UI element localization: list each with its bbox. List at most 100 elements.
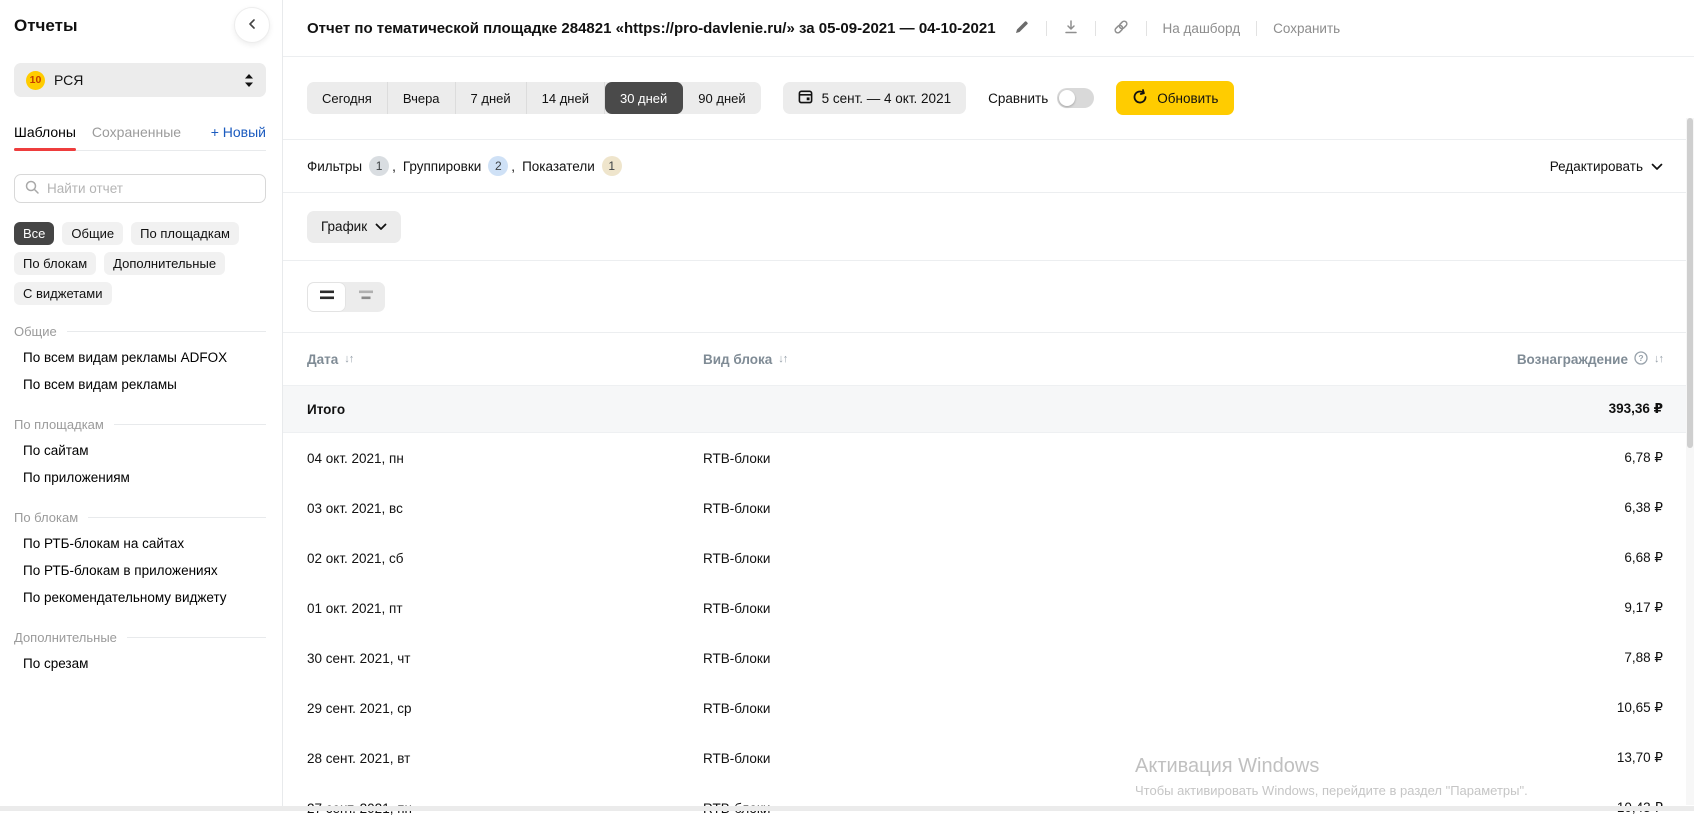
range-button[interactable]: Вчера <box>388 82 456 114</box>
chart-type-label: График <box>321 219 367 234</box>
column-header-block[interactable]: Вид блока <box>703 352 772 367</box>
cell-block-type: RTB-блоки <box>703 451 1624 466</box>
chevron-down-icon <box>375 219 387 234</box>
cell-reward: 7,88 ₽ <box>1624 650 1663 666</box>
sidebar-tabs: Шаблоны Сохраненные + Новый <box>14 124 266 151</box>
tab-templates[interactable]: Шаблоны <box>14 124 76 140</box>
filter-summary-label[interactable]: Фильтры <box>307 159 362 174</box>
column-header-reward[interactable]: Вознаграждение <box>1517 352 1628 367</box>
tab-saved[interactable]: Сохраненные <box>92 124 181 140</box>
filter-summary-label[interactable]: Группировки <box>403 159 481 174</box>
range-button[interactable]: 7 дней <box>456 82 527 114</box>
date-range-group: СегодняВчера7 дней14 дней30 дней90 дней <box>307 82 761 114</box>
report-template-link[interactable]: По сайтам <box>14 437 266 464</box>
search-icon <box>24 179 40 198</box>
sort-icon[interactable]: ↓↑ <box>1654 353 1663 365</box>
separator <box>1095 21 1096 36</box>
search-input[interactable] <box>47 181 256 196</box>
report-search <box>14 174 266 203</box>
comma: , <box>392 159 396 174</box>
tree-list-icon <box>359 289 373 304</box>
sidebar-sections: ОбщиеПо всем видам рекламы ADFOXПо всем … <box>14 324 266 677</box>
range-button[interactable]: 90 дней <box>683 82 760 114</box>
cell-reward: 10,65 ₽ <box>1617 700 1663 716</box>
table-header: Дата ↓↑ Вид блока ↓↑ Вознаграждение ? ↓↑ <box>283 333 1694 385</box>
cell-date: 30 сент. 2021, чт <box>307 651 703 666</box>
main-content: Отчет по тематической площадке 284821 «h… <box>283 0 1694 811</box>
report-template-link[interactable]: По рекомендательному виджету <box>14 584 266 611</box>
cell-block-type: RTB-блоки <box>703 501 1624 516</box>
table-row: 30 сент. 2021, чтRTB-блоки7,88 ₽ <box>283 633 1694 683</box>
sort-icon[interactable]: ↓↑ <box>778 353 787 365</box>
pencil-icon <box>1014 19 1030 38</box>
compare-label: Сравнить <box>988 91 1048 106</box>
cell-date: 01 окт. 2021, пт <box>307 601 703 616</box>
filter-count-badge: 2 <box>488 156 508 176</box>
filter-summary-label[interactable]: Показатели <box>522 159 595 174</box>
column-block-type: Вид блока ↓↑ <box>703 352 1517 367</box>
flat-view-button[interactable] <box>307 282 346 312</box>
column-date: Дата ↓↑ <box>307 352 703 367</box>
report-template-link[interactable]: По РТБ-блокам в приложениях <box>14 557 266 584</box>
section-label: По блокам <box>14 510 266 525</box>
compare-toggle[interactable] <box>1057 88 1094 108</box>
page-title: Отчеты <box>14 0 266 36</box>
column-reward: Вознаграждение ? ↓↑ <box>1517 351 1663 368</box>
separator <box>1046 21 1047 36</box>
download-button[interactable] <box>1063 19 1079 38</box>
separator <box>1256 21 1257 36</box>
horizontal-scrollbar[interactable] <box>0 806 1694 811</box>
cell-reward: 9,17 ₽ <box>1624 600 1663 616</box>
table-row: 02 окт. 2021, сбRTB-блоки6,68 ₽ <box>283 533 1694 583</box>
chart-type-button[interactable]: График <box>307 211 401 243</box>
chart-type-row: График <box>283 193 1694 261</box>
product-selector[interactable]: 10 РСЯ <box>14 63 266 97</box>
new-report-button[interactable]: + Новый <box>211 124 266 140</box>
template-filter-chip[interactable]: Все <box>14 222 54 245</box>
cell-block-type: RTB-блоки <box>703 701 1617 716</box>
report-template-link[interactable]: По РТБ-блокам на сайтах <box>14 530 266 557</box>
table-row: 28 сент. 2021, втRTB-блоки13,70 ₽ <box>283 733 1694 783</box>
edit-title-button[interactable] <box>1014 19 1030 38</box>
sidebar-collapse-button[interactable] <box>234 7 270 43</box>
range-button[interactable]: 14 дней <box>527 82 605 114</box>
report-template-link[interactable]: По всем видам рекламы ADFOX <box>14 344 266 371</box>
date-picker-button[interactable]: 5 сент. — 4 окт. 2021 <box>783 82 966 114</box>
column-header-date[interactable]: Дата <box>307 352 338 367</box>
help-icon[interactable]: ? <box>1634 351 1648 368</box>
report-template-link[interactable]: По всем видам рекламы <box>14 371 266 398</box>
sidebar: Отчеты 10 РСЯ Шаблоны Сохраненные + Новы… <box>0 0 283 811</box>
range-button[interactable]: Сегодня <box>307 82 388 114</box>
header-actions: На дашборд Сохранить <box>1014 18 1341 39</box>
to-dashboard-button[interactable]: На дашборд <box>1163 21 1241 36</box>
template-filter-chip[interactable]: По площадкам <box>131 222 239 245</box>
table-row: 29 сент. 2021, срRTB-блоки10,65 ₽ <box>283 683 1694 733</box>
calendar-icon <box>798 89 813 107</box>
vertical-scrollbar[interactable] <box>1686 118 1694 805</box>
edit-report-button[interactable]: Редактировать <box>1550 159 1663 174</box>
report-template-link[interactable]: По срезам <box>14 650 266 677</box>
refresh-button[interactable]: Обновить <box>1116 81 1234 115</box>
report-header: Отчет по тематической площадке 284821 «h… <box>283 0 1694 57</box>
cell-date: 02 окт. 2021, сб <box>307 551 703 566</box>
sort-icon[interactable]: ↓↑ <box>344 353 353 365</box>
refresh-icon <box>1132 89 1148 108</box>
save-report-button[interactable]: Сохранить <box>1273 21 1340 36</box>
report-template-link[interactable]: По приложениям <box>14 464 266 491</box>
section-label: Дополнительные <box>14 630 266 645</box>
tree-view-button[interactable] <box>346 282 385 312</box>
link-icon <box>1112 18 1130 39</box>
cell-block-type: RTB-блоки <box>703 601 1624 616</box>
template-filter-chip[interactable]: С виджетами <box>14 282 112 305</box>
copy-link-button[interactable] <box>1112 18 1130 39</box>
report-title: Отчет по тематической площадке 284821 «h… <box>307 20 996 37</box>
scrollbar-thumb[interactable] <box>1687 118 1693 448</box>
template-chips: Все Общие По площадкам По блокам Дополнитель… <box>14 222 266 305</box>
filters-row: Фильтры1,Группировки2,Показатели1 Редакт… <box>283 140 1694 193</box>
range-button[interactable]: 30 дней <box>605 82 683 114</box>
template-filter-chip[interactable]: Общие <box>62 222 123 245</box>
total-label: Итого <box>307 402 703 417</box>
template-filter-chip[interactable]: По блокам <box>14 252 96 275</box>
chevron-down-icon <box>1651 159 1663 174</box>
template-filter-chip[interactable]: Дополнительные <box>104 252 225 275</box>
